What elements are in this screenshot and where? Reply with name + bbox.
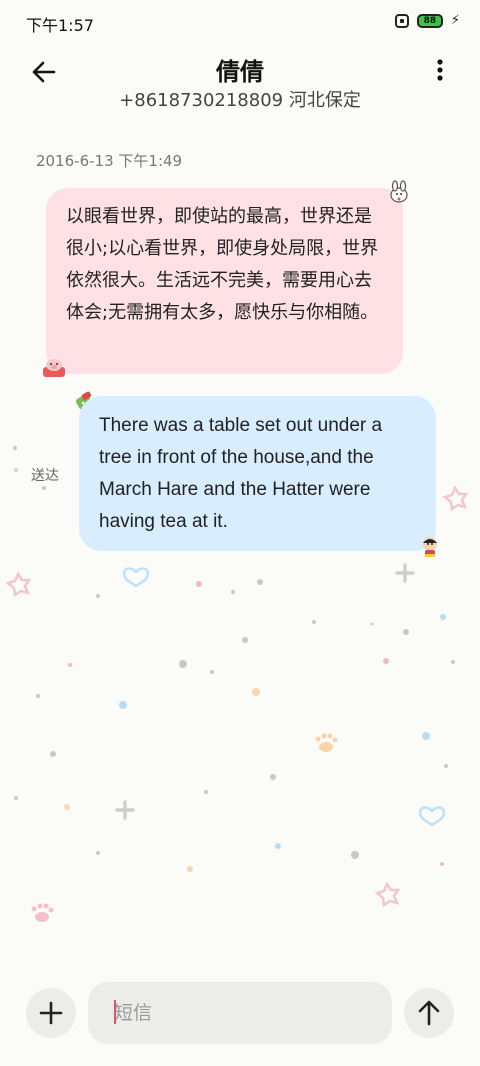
conversation-header: 倩倩 +8618730218809 河北保定: [0, 44, 480, 122]
battery-icon: 88: [416, 13, 443, 28]
incoming-message-bubble[interactable]: 以眼看世界，即使站的最高，世界还是很小;以心看世界，即使身处局限，世界依然很大。…: [46, 188, 403, 374]
bunny-sticker-icon: [390, 180, 408, 203]
more-menu-button[interactable]: [430, 54, 450, 90]
send-button[interactable]: [404, 988, 454, 1038]
status-time: 下午1:57: [26, 16, 94, 35]
outgoing-message-bubble[interactable]: There was a table set out under a tree i…: [79, 396, 436, 551]
plus-icon: [39, 1001, 63, 1025]
incoming-message-text: 以眼看世界，即使站的最高，世界还是很小;以心看世界，即使身处局限，世界依然很大。…: [66, 206, 379, 323]
arrow-up-icon: [418, 1000, 440, 1026]
contact-name: 倩倩: [216, 58, 264, 86]
message-input[interactable]: [88, 982, 392, 1044]
outgoing-message-text: There was a table set out under a tree i…: [99, 415, 383, 532]
more-vertical-icon: [437, 59, 443, 81]
sim-card-icon: [394, 13, 409, 28]
contact-number: +8618730218809 河北保定: [119, 90, 361, 111]
status-bar: 下午1:57 88 ⚡: [0, 0, 480, 44]
pig-sticker-icon: [43, 359, 65, 377]
charging-icon: ⚡: [450, 13, 460, 28]
cartoon-boy-sticker-icon: [423, 537, 437, 557]
message-timestamp: 2016-6-13 下午1:49: [36, 152, 183, 170]
delivery-status: 送达: [31, 468, 59, 484]
status-icons: 88 ⚡: [394, 13, 460, 28]
text-cursor: [114, 1000, 116, 1024]
add-attachment-button[interactable]: [26, 988, 76, 1038]
message-composer: [0, 980, 480, 1046]
